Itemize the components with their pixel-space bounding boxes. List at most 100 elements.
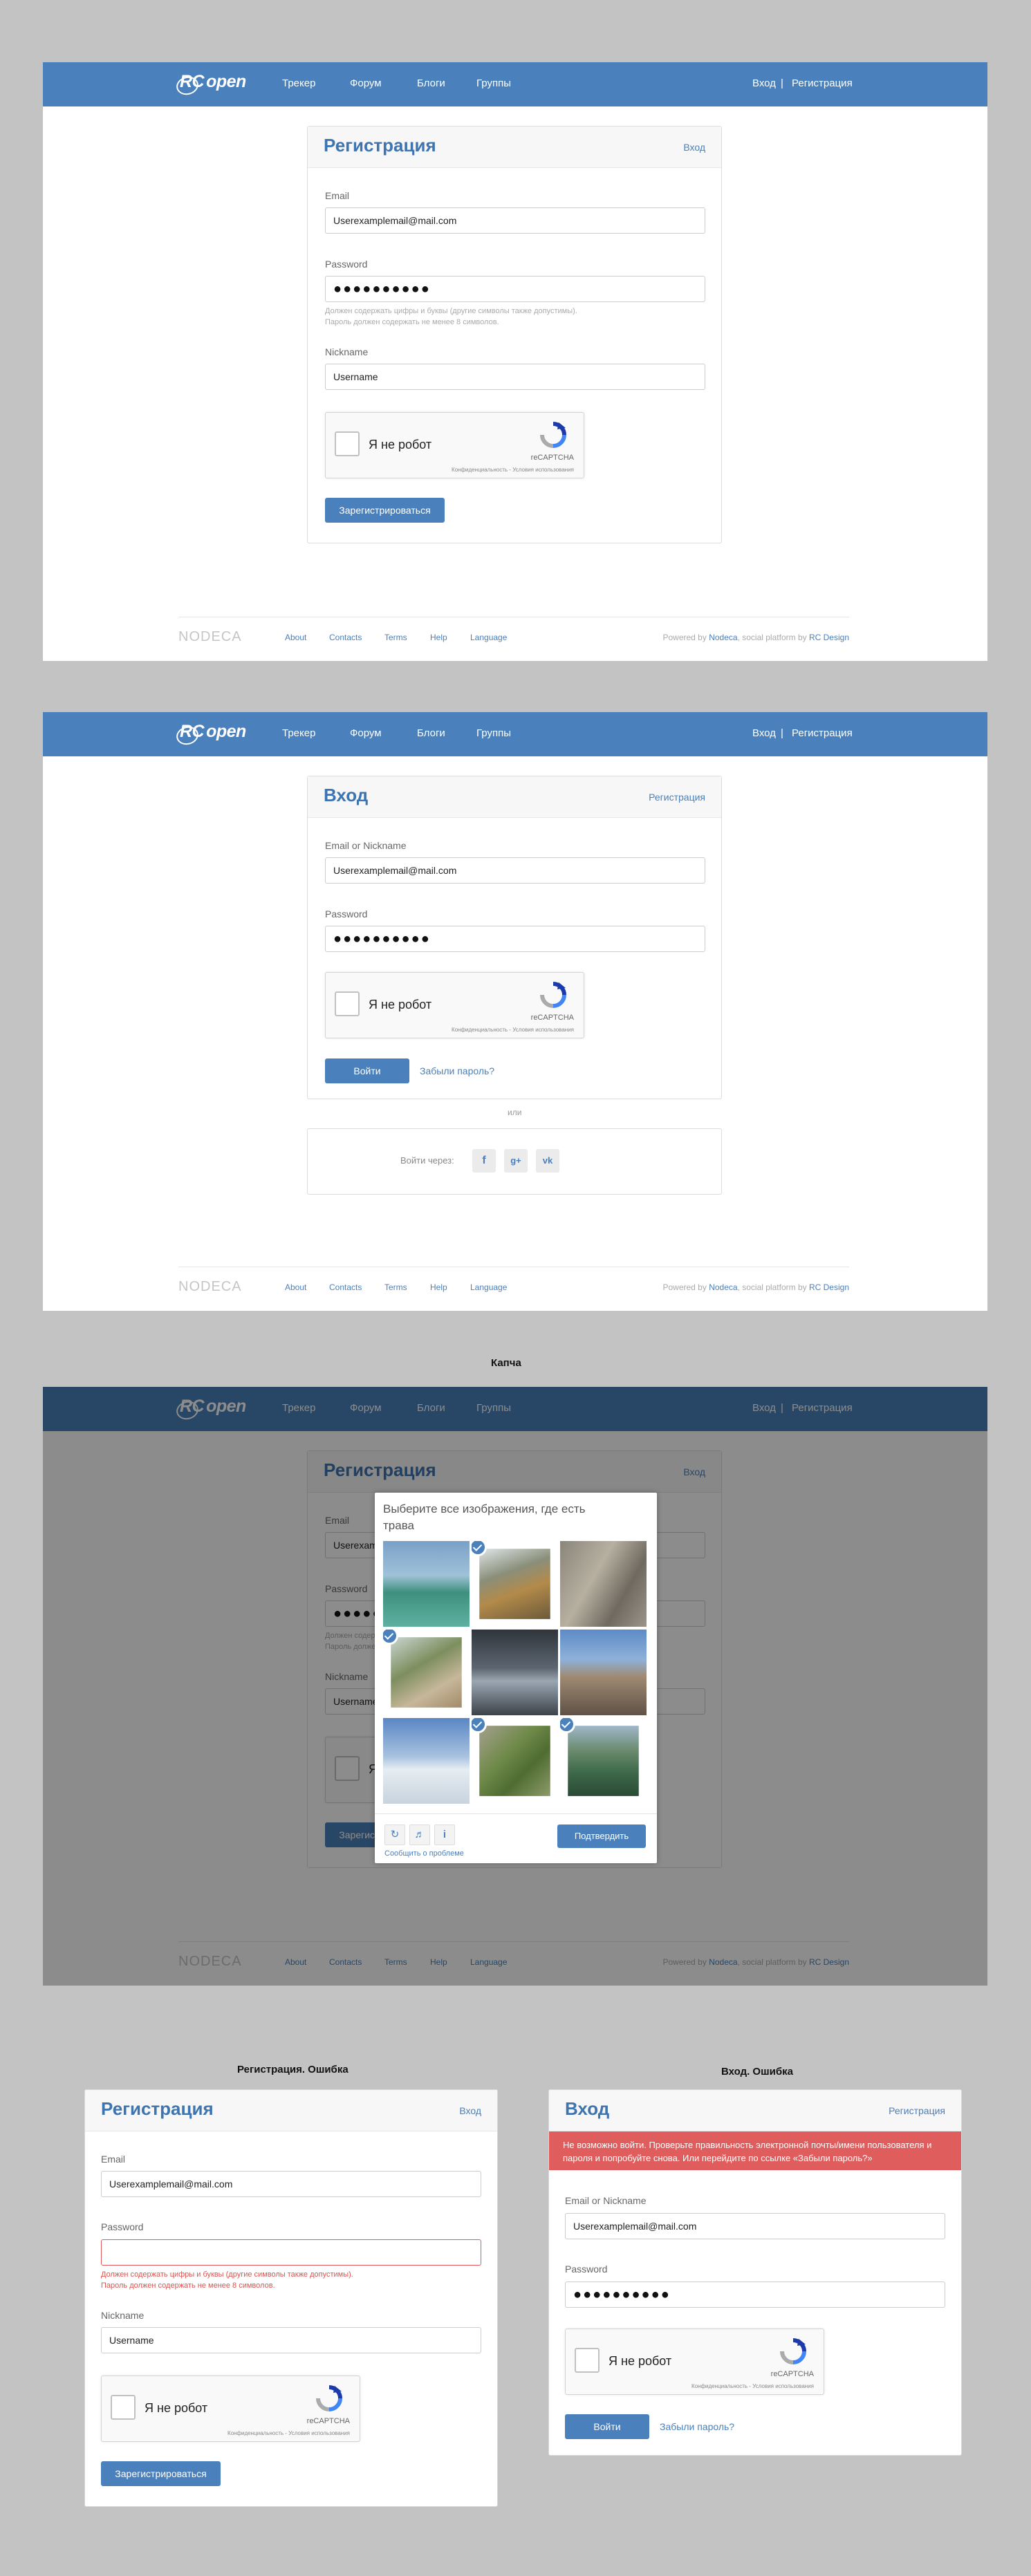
audio-icon[interactable]: ♬ xyxy=(409,1824,430,1845)
email-field[interactable]: Userexamplemail@mail.com xyxy=(325,207,705,234)
recaptcha-footer[interactable]: Конфиденциальность - Условия использован… xyxy=(452,1027,574,1033)
recaptcha-checkbox[interactable] xyxy=(575,2348,600,2373)
nav-separator: | xyxy=(781,727,783,739)
password-field[interactable]: ●●●●●●●●●● xyxy=(325,926,705,952)
footer-about[interactable]: About xyxy=(285,1282,306,1292)
social-login-panel: Войти через: f g+ vk xyxy=(307,1128,722,1195)
challenge-prompt: Выберите все изображения, где есть трава xyxy=(383,1502,586,1532)
recaptcha-checkbox[interactable] xyxy=(335,431,360,456)
reload-icon[interactable]: ↻ xyxy=(384,1824,405,1845)
nav-blogs[interactable]: Блоги xyxy=(417,77,445,89)
footer-contacts[interactable]: Contacts xyxy=(329,633,362,642)
nav-tracker[interactable]: Трекер xyxy=(282,727,315,739)
nickname-field[interactable]: Username xyxy=(101,2327,481,2353)
panel-header: Вход Регистрация xyxy=(549,2090,961,2131)
nodeca-logo[interactable]: NODECA xyxy=(178,629,242,645)
footer-help[interactable]: Help xyxy=(430,1282,447,1292)
page-title: Вход xyxy=(324,785,369,805)
image-tile-1[interactable] xyxy=(383,1541,470,1627)
panel-header: Регистрация Вход xyxy=(308,127,721,168)
login-submit-button[interactable]: Войти xyxy=(325,1058,409,1083)
password-error-2: Пароль должен содержать не менее 8 симво… xyxy=(101,2281,275,2290)
nav-login[interactable]: Вход xyxy=(752,727,776,739)
image-tile-9[interactable] xyxy=(560,1718,647,1804)
image-tile-4[interactable] xyxy=(383,1630,470,1715)
footer-help[interactable]: Help xyxy=(430,633,447,642)
footer-terms[interactable]: Terms xyxy=(384,633,407,642)
image-tile-6[interactable] xyxy=(560,1630,647,1715)
password-field[interactable]: ●●●●●●●●●● xyxy=(565,2281,945,2308)
verify-button[interactable]: Подтвердить xyxy=(557,1824,646,1848)
nav-register[interactable]: Регистрация xyxy=(792,727,853,739)
nickname-field[interactable]: Username xyxy=(325,364,705,390)
nickname-label: Nickname xyxy=(325,346,369,357)
recaptcha-footer[interactable]: Конфиденциальность - Условия использован… xyxy=(691,2383,814,2389)
nav-tracker[interactable]: Трекер xyxy=(282,77,315,89)
login-link[interactable]: Вход xyxy=(683,142,705,153)
nav-login[interactable]: Вход xyxy=(752,77,776,89)
password-label: Password xyxy=(101,2221,144,2232)
nav-forum[interactable]: Форум xyxy=(350,727,382,739)
footer-terms[interactable]: Terms xyxy=(384,1282,407,1292)
login-submit-button[interactable]: Войти xyxy=(565,2414,649,2439)
nav-separator: | xyxy=(781,77,783,89)
login-screen: RC open Трекер Форум Блоги Группы Вход | … xyxy=(43,712,987,1311)
nav-groups[interactable]: Группы xyxy=(476,727,511,739)
panel-header: Вход Регистрация xyxy=(308,776,721,818)
password-error-1: Должен содержать цифры и буквы (другие с… xyxy=(101,2270,353,2279)
nodeca-logo[interactable]: NODECA xyxy=(178,1279,242,1295)
register-submit-button[interactable]: Зарегистрироваться xyxy=(325,498,445,523)
image-tile-8[interactable] xyxy=(472,1718,558,1804)
recaptcha-footer[interactable]: Конфиденциальность - Условия использован… xyxy=(452,467,574,473)
info-icon[interactable]: i xyxy=(434,1824,455,1845)
register-panel: Регистрация Вход Email Userexamplemail@m… xyxy=(307,126,722,543)
recaptcha-logo-icon xyxy=(540,422,566,448)
footer-about[interactable]: About xyxy=(285,633,306,642)
powered-by: Powered by Nodeca, social platform by RC… xyxy=(662,633,849,642)
footer-contacts[interactable]: Contacts xyxy=(329,1282,362,1292)
google-plus-icon[interactable]: g+ xyxy=(504,1149,528,1173)
image-tile-3[interactable] xyxy=(560,1541,647,1627)
report-problem-link[interactable]: Сообщить о проблеме xyxy=(384,1849,464,1858)
nav-forum[interactable]: Форум xyxy=(350,77,382,89)
recaptcha-checkbox[interactable] xyxy=(111,2395,136,2420)
forgot-password-link[interactable]: Забыли пароль? xyxy=(420,1065,494,1076)
login-field[interactable]: Userexamplemail@mail.com xyxy=(565,2213,945,2239)
nav-groups[interactable]: Группы xyxy=(476,77,511,89)
section-caption-login-error: Вход. Ошибка xyxy=(721,2066,793,2078)
powered-by: Powered by Nodeca, social platform by RC… xyxy=(662,1282,849,1292)
forgot-password-link[interactable]: Забыли пароль? xyxy=(660,2421,734,2432)
register-link[interactable]: Регистрация xyxy=(649,792,705,803)
recaptcha-brand: reCAPTCHA xyxy=(306,2417,350,2425)
facebook-icon[interactable]: f xyxy=(472,1149,496,1173)
register-link[interactable]: Регистрация xyxy=(889,2105,945,2116)
login-link[interactable]: Вход xyxy=(459,2105,481,2116)
image-tile-5[interactable] xyxy=(472,1630,558,1715)
page-title: Регистрация xyxy=(101,2098,214,2119)
password-field[interactable] xyxy=(101,2239,481,2266)
recaptcha-label: Я не робот xyxy=(609,2354,672,2368)
nav-blogs[interactable]: Блоги xyxy=(417,727,445,739)
register-submit-button[interactable]: Зарегистрироваться xyxy=(101,2461,221,2486)
recaptcha-brand: reCAPTCHA xyxy=(530,454,574,462)
footer-language[interactable]: Language xyxy=(470,1282,507,1292)
image-tile-2[interactable] xyxy=(472,1541,558,1627)
password-field[interactable]: ●●●●●●●●●● xyxy=(325,276,705,302)
nickname-label: Nickname xyxy=(101,2310,145,2321)
rcopen-logo[interactable]: RC open xyxy=(178,72,246,97)
nav-register[interactable]: Регистрация xyxy=(792,77,853,89)
social-label: Войти через: xyxy=(400,1155,454,1166)
page-title: Регистрация xyxy=(324,135,436,156)
vk-icon[interactable]: vk xyxy=(536,1149,559,1173)
captcha-challenge-dialog: Выберите все изображения, где есть трава… xyxy=(375,1493,657,1863)
top-navbar: RC open Трекер Форум Блоги Группы Вход | … xyxy=(43,712,987,756)
login-field[interactable]: Userexamplemail@mail.com xyxy=(325,857,705,884)
recaptcha-checkbox[interactable] xyxy=(335,991,360,1016)
rcopen-logo[interactable]: RC open xyxy=(178,722,246,747)
top-navbar: RC open Трекер Форум Блоги Группы Вход | … xyxy=(43,62,987,106)
footer-language[interactable]: Language xyxy=(470,633,507,642)
image-tile-7[interactable] xyxy=(383,1718,470,1804)
recaptcha-footer[interactable]: Конфиденциальность - Условия использован… xyxy=(227,2430,350,2436)
email-field[interactable]: Userexamplemail@mail.com xyxy=(101,2171,481,2197)
recaptcha-widget: Я не робот reCAPTCHA Конфиденциальность … xyxy=(325,972,584,1038)
